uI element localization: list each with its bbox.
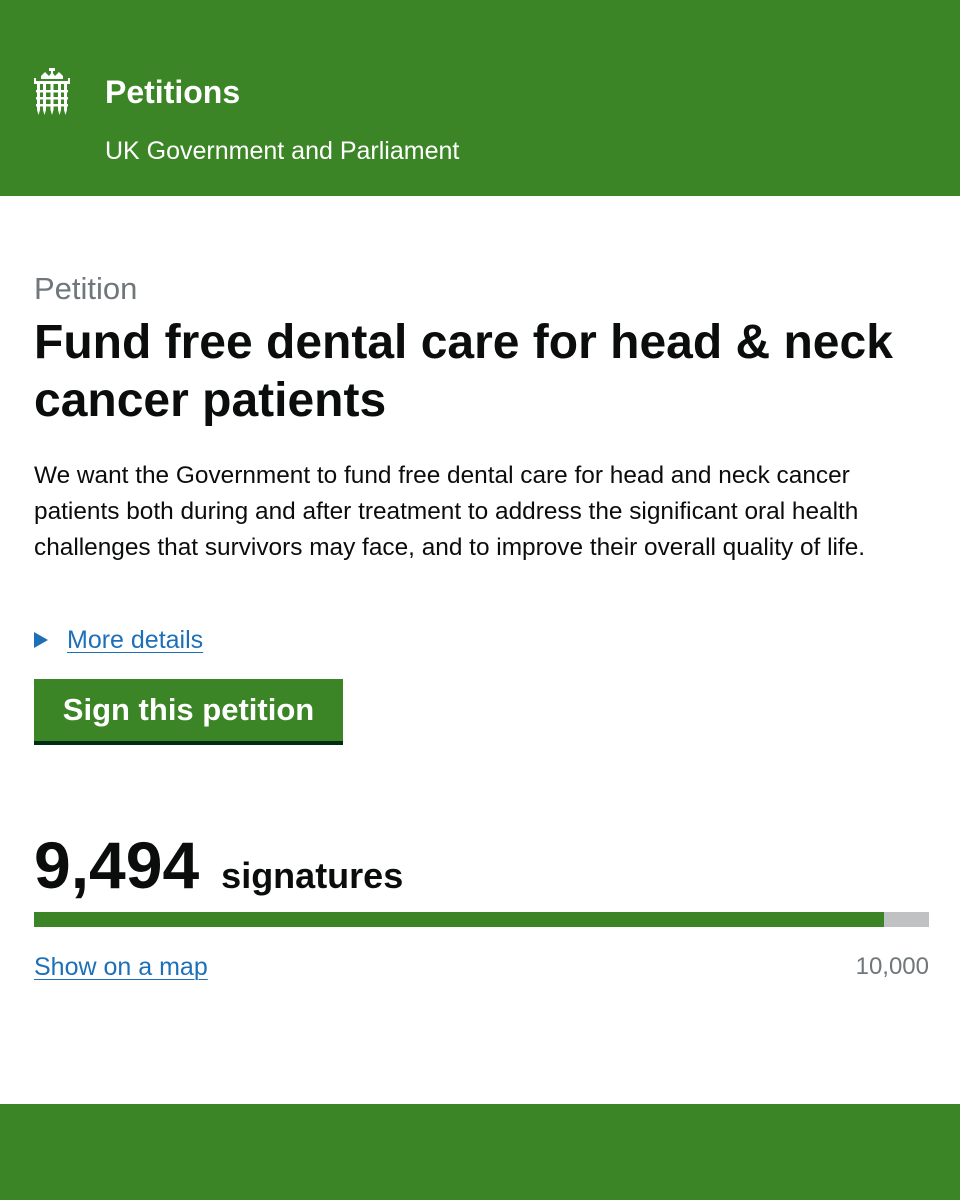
petition-summary: We want the Government to fund free dent… <box>34 462 866 561</box>
show-on-map-link[interactable]: Show on a map <box>34 950 208 984</box>
signature-count-number: 9,494 <box>34 828 200 902</box>
signature-count-label: signatures <box>221 855 404 896</box>
signature-progress-bar <box>34 912 929 927</box>
site-footer <box>0 1104 960 1200</box>
petition-title: Fund free dental care for head & neck ca… <box>34 316 893 427</box>
signature-progress-fill <box>34 912 884 927</box>
signature-threshold: 10,000 <box>855 953 929 980</box>
site-subtitle: UK Government and Parliament <box>105 137 460 165</box>
site-name-link[interactable]: Petitions <box>105 72 240 112</box>
sign-petition-button[interactable]: Sign this petition <box>34 679 343 745</box>
petition-caption: Petition <box>34 271 138 306</box>
signature-count: 9,494 signatures <box>34 826 403 904</box>
portcullis-icon[interactable] <box>33 68 71 116</box>
triangle-right-icon <box>34 632 48 648</box>
more-details-toggle[interactable]: More details <box>34 622 203 658</box>
site-header: Petitions UK Government and Parliament <box>0 0 960 196</box>
more-details-link[interactable]: More details <box>67 626 203 655</box>
